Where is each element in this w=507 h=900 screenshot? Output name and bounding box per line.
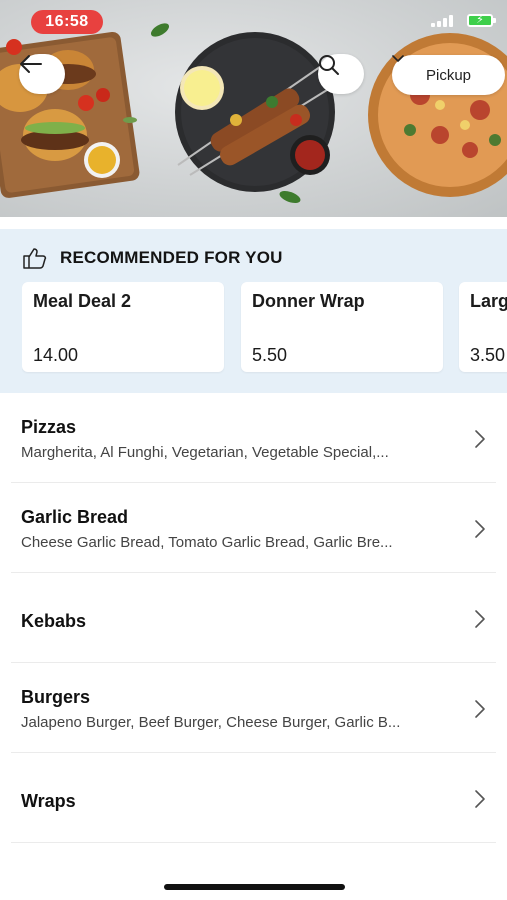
signal-icon [431,14,459,27]
recommended-item-name: Donner Wrap [252,291,365,311]
chevron-right-icon [475,610,485,628]
category-description: Margherita, Al Funghi, Vegetarian, Veget… [21,444,389,461]
category-title: Garlic Bread [21,507,129,527]
recommended-card[interactable]: Larg 3.50 [459,282,507,372]
category-title: Burgers [21,687,91,707]
home-indicator[interactable] [164,884,345,890]
recommended-section: RECOMMENDED FOR YOU Meal Deal 2 14.00 Do… [0,229,507,393]
chevron-down-icon [392,55,404,62]
pickup-dropdown[interactable]: Pickup [392,55,505,95]
category-title: Wraps [21,791,76,811]
recommended-item-price: 3.50 [470,345,506,365]
recommended-item-name: Meal Deal 2 [33,291,132,311]
search-button[interactable] [318,54,364,94]
pickup-label: Pickup [425,66,472,84]
arrow-left-icon [20,55,42,73]
category-row-kebabs[interactable]: Kebabs [11,573,496,663]
category-description: Jalapeno Burger, Beef Burger, Cheese Bur… [21,714,401,731]
category-title: Kebabs [21,611,87,631]
recommended-title: RECOMMENDED FOR YOU [60,248,283,267]
chevron-right-icon [475,430,485,448]
category-list: Pizzas Margherita, Al Funghi, Vegetarian… [0,393,507,843]
chevron-right-icon [475,520,485,538]
recommended-carousel[interactable]: Meal Deal 2 14.00 Donner Wrap 5.50 Larg … [22,282,507,374]
recommended-card[interactable]: Meal Deal 2 14.00 [22,282,224,372]
category-row-wraps[interactable]: Wraps [11,753,496,843]
battery-charging-icon: ⚡ [467,14,496,27]
recommended-card[interactable]: Donner Wrap 5.50 [241,282,443,372]
category-title: Pizzas [21,417,77,437]
search-icon [319,55,339,75]
thumbs-up-icon [23,248,47,269]
category-row-burgers[interactable]: Burgers Jalapeno Burger, Beef Burger, Ch… [11,663,496,753]
status-time: 16:58 [31,10,103,34]
recommended-item-price: 14.00 [33,345,79,365]
category-row-garlic-bread[interactable]: Garlic Bread Cheese Garlic Bread, Tomato… [11,483,496,573]
category-description: Cheese Garlic Bread, Tomato Garlic Bread… [21,534,393,551]
recommended-item-name: Larg [470,291,507,311]
back-button[interactable] [19,54,65,94]
status-indicators: ⚡ [431,14,496,27]
chevron-right-icon [475,700,485,718]
recommended-header: RECOMMENDED FOR YOU [22,247,283,269]
category-row-pizzas[interactable]: Pizzas Margherita, Al Funghi, Vegetarian… [11,393,496,483]
chevron-right-icon [475,790,485,808]
hero-food-banner: 16:58 ⚡ Pickup [0,0,507,217]
recommended-item-price: 5.50 [252,345,288,365]
